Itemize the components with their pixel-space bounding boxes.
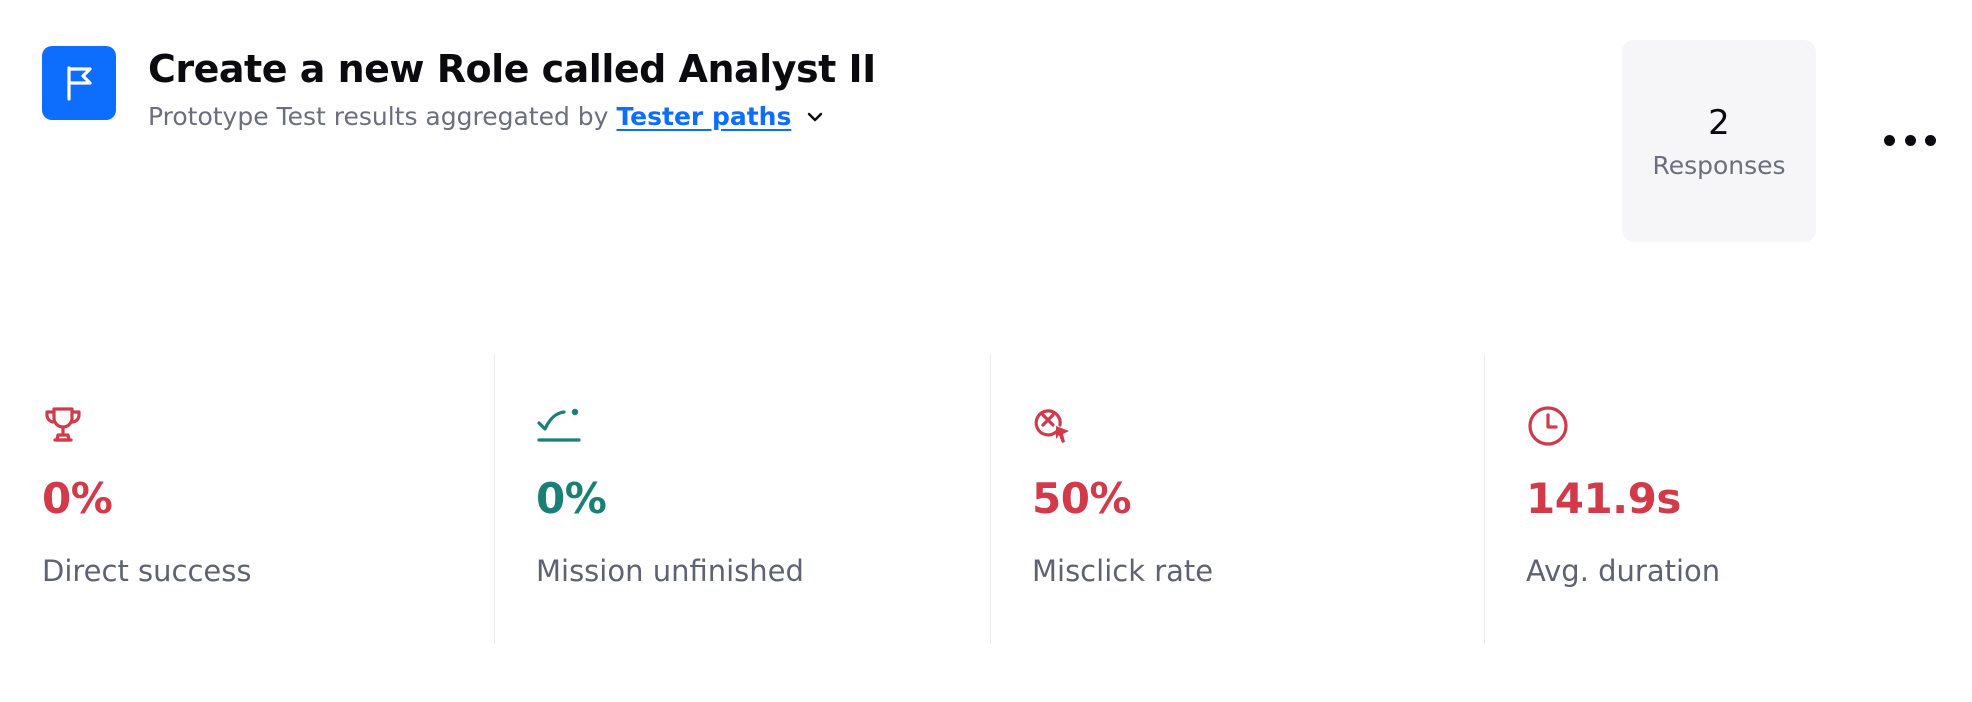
divider <box>1484 354 1485 644</box>
trophy-icon <box>42 404 90 452</box>
subtitle-prefix: Prototype Test results aggregated by <box>148 102 609 131</box>
metric-value: 0% <box>42 474 113 523</box>
clock-icon <box>1526 404 1574 452</box>
chevron-down-icon[interactable] <box>805 107 825 127</box>
metric-direct-success: 0% Direct success <box>0 354 494 644</box>
metric-label: Direct success <box>42 554 252 588</box>
responses-count: 2 <box>1708 102 1730 143</box>
mission-unfinished-icon <box>536 404 584 452</box>
metric-misclick-rate: 50% Misclick rate <box>990 354 1484 644</box>
flag-icon <box>67 66 92 101</box>
metric-label: Avg. duration <box>1526 554 1721 588</box>
metric-mission-unfinished: 0% Mission unfinished <box>494 354 990 644</box>
divider <box>494 354 495 644</box>
metric-value: 141.9s <box>1526 474 1681 523</box>
responses-label: Responses <box>1652 150 1786 180</box>
misclick-icon <box>1032 404 1080 452</box>
page-title: Create a new Role called Analyst II <box>148 47 876 91</box>
title-block: Create a new Role called Analyst II Prot… <box>148 46 876 131</box>
responses-card: 2 Responses <box>1622 40 1816 242</box>
metric-avg-duration: 141.9s Avg. duration <box>1484 354 1972 644</box>
metric-value: 50% <box>1032 474 1132 523</box>
metric-value: 0% <box>536 474 607 523</box>
metric-label: Mission unfinished <box>536 554 804 588</box>
subtitle: Prototype Test results aggregated by Tes… <box>148 102 876 131</box>
divider <box>990 354 991 644</box>
metrics-row: 0% Direct success 0% Mission unfinished <box>0 354 1972 644</box>
ellipsis-icon[interactable] <box>1884 128 1936 152</box>
flag-badge <box>42 46 116 120</box>
page-header: Create a new Role called Analyst II Prot… <box>42 46 876 131</box>
metric-label: Misclick rate <box>1032 554 1214 588</box>
aggregation-link[interactable]: Tester paths <box>616 102 791 131</box>
